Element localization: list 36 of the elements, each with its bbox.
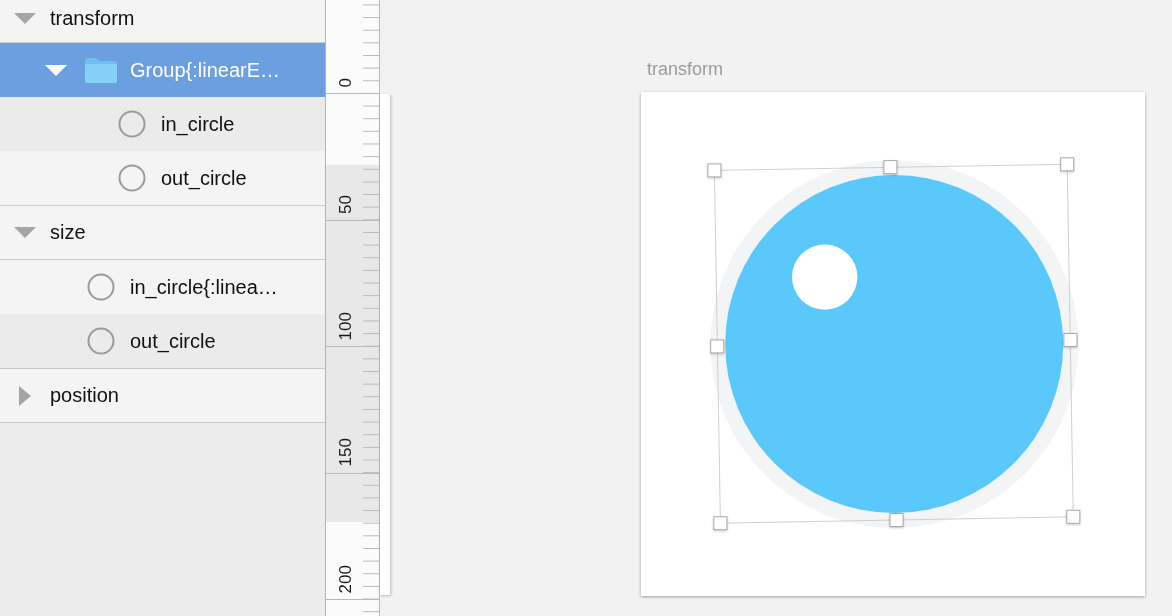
layer-name: size (50, 221, 86, 244)
ruler-label: 100 (337, 311, 354, 340)
layer-name: Group{:linearE… (130, 58, 281, 82)
resize-handle[interactable] (889, 513, 904, 527)
resize-handle[interactable] (1063, 333, 1078, 347)
resize-handle[interactable] (710, 339, 725, 354)
resize-handle[interactable] (707, 163, 722, 178)
artboard-title: transform (647, 58, 724, 80)
layer-name: out_circle (161, 166, 247, 190)
resize-handle[interactable] (713, 516, 728, 531)
section-row[interactable]: size (0, 206, 325, 260)
caret-right-icon[interactable] (19, 385, 31, 406)
caret-down-icon[interactable] (14, 227, 36, 238)
layer-name: in_circle{:linea… (130, 275, 278, 299)
ruler-label: 50 (337, 194, 354, 214)
layer-row[interactable]: out_circle (0, 151, 325, 205)
circle-outline-icon (87, 273, 115, 301)
resize-handle[interactable] (1066, 509, 1081, 524)
circle-outline-icon (87, 327, 115, 355)
section-row[interactable]: transform (0, 0, 325, 43)
circle-outline-icon (118, 164, 146, 192)
folder-icon (85, 57, 117, 83)
section-row[interactable]: position (0, 369, 325, 423)
caret-down-icon[interactable] (45, 64, 67, 76)
ruler-label: 0 (337, 77, 354, 87)
resize-handle[interactable] (883, 160, 898, 175)
layer-name: transform (50, 7, 135, 30)
ruler-label: 150 (337, 438, 354, 467)
layer-row[interactable]: in_circle{:linea… (0, 260, 325, 314)
circle-outline-icon (118, 110, 146, 138)
ruler-label: 200 (337, 564, 354, 593)
layer-name: out_circle (130, 329, 216, 353)
caret-down-icon[interactable] (14, 13, 36, 24)
layer-name: in_circle (161, 112, 235, 136)
resize-handle[interactable] (1060, 157, 1075, 172)
layer-name: position (50, 384, 119, 407)
